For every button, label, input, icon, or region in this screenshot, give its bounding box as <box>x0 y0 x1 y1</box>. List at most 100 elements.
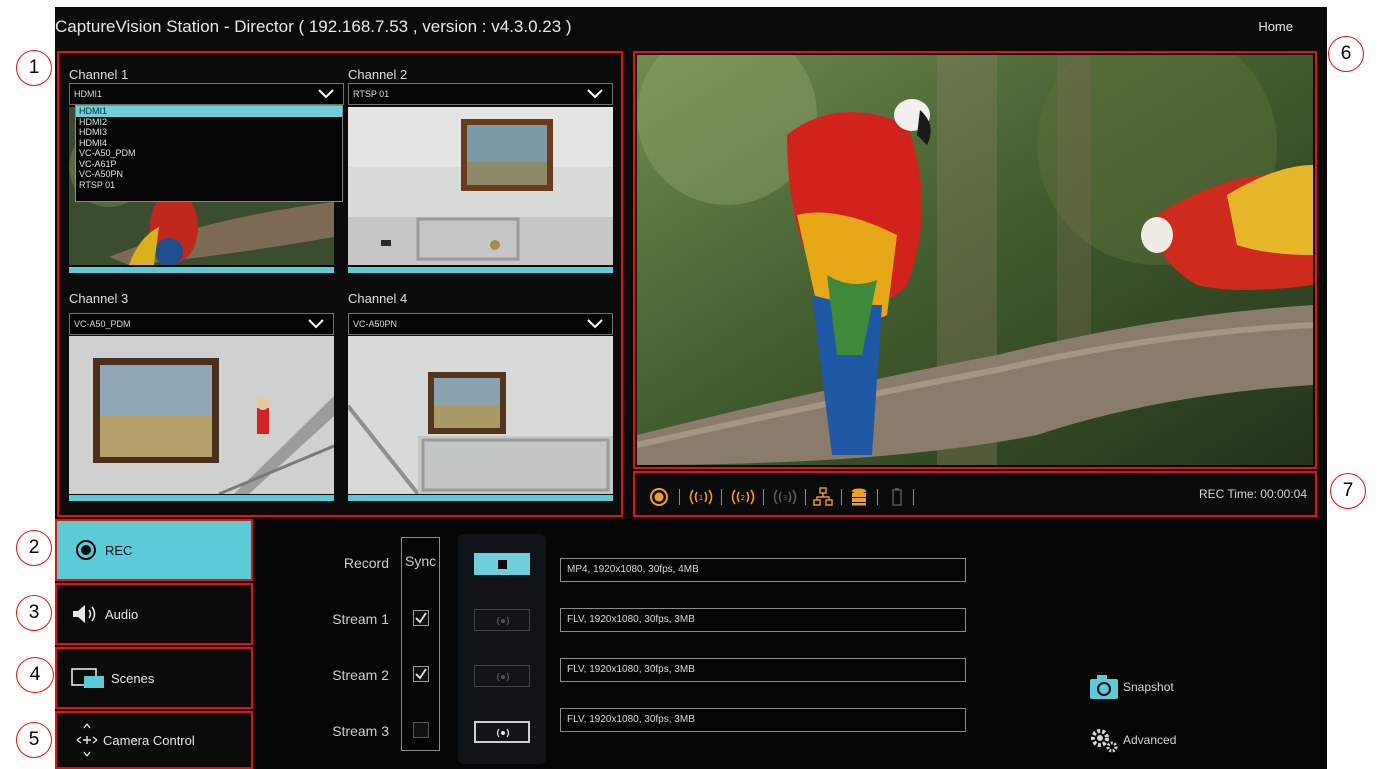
channel-2-label: Channel 2 <box>348 67 408 82</box>
dropdown-option[interactable]: HDMI3 <box>76 127 342 138</box>
toolbar-divider <box>679 489 680 505</box>
stream-1-sync-checkbox[interactable] <box>413 610 429 626</box>
toolbar-divider <box>763 489 764 505</box>
row-label-stream-1: Stream 1 <box>332 611 389 627</box>
menu-scenes[interactable]: Scenes <box>55 647 253 709</box>
home-link[interactable]: Home <box>1258 7 1293 47</box>
channel-4-active-bar <box>348 495 613 501</box>
stop-icon <box>498 560 507 569</box>
snapshot-button[interactable]: Snapshot <box>1089 674 1174 700</box>
checkmark-icon <box>415 612 427 624</box>
stream-2-button[interactable] <box>474 665 530 687</box>
channel-3-preview[interactable] <box>69 336 334 494</box>
program-preview[interactable] <box>637 55 1313 465</box>
callout-6: 6 <box>1328 36 1364 72</box>
dropdown-option[interactable]: HDMI2 <box>76 117 342 128</box>
channel-2-active-bar <box>348 267 613 273</box>
stream-2-sync-checkbox[interactable] <box>413 666 429 682</box>
channel-3-source-value: VC-A50_PDM <box>74 319 131 329</box>
dropdown-option[interactable]: HDMI4 <box>76 138 342 149</box>
checkmark-icon <box>415 668 427 680</box>
stream1-icon[interactable]: 1 <box>687 487 715 507</box>
row-label-stream-3: Stream 3 <box>332 723 389 739</box>
dpad-icon <box>76 723 98 757</box>
toolbar-divider <box>913 489 914 505</box>
callout-5: 5 <box>16 722 52 758</box>
channel-1-source-dropdown: HDMI1 HDMI2 HDMI3 HDMI4 VC-A50_PDM VC-A6… <box>75 105 343 202</box>
dropdown-option[interactable]: VC-A61P <box>76 159 342 170</box>
channel-3-label: Channel 3 <box>69 291 129 306</box>
sync-column <box>401 537 440 751</box>
channel-4-preview[interactable] <box>348 336 613 494</box>
callout-7: 7 <box>1330 473 1366 509</box>
menu-audio-label: Audio <box>105 606 139 622</box>
speaker-icon <box>73 605 96 623</box>
gears-icon <box>1091 729 1118 753</box>
channel-4-label: Channel 4 <box>348 291 408 306</box>
channel-1-source-value: HDMI1 <box>74 89 103 99</box>
channel-4-source-value: VC-A50PN <box>353 319 398 329</box>
advanced-label: Advanced <box>1123 733 1177 747</box>
callout-4: 4 <box>16 657 54 693</box>
menu-rec-label: REC <box>105 542 133 558</box>
window-title: CaptureVision Station - Director ( 192.1… <box>55 17 572 36</box>
dropdown-option[interactable]: VC-A50PN <box>76 169 342 180</box>
record-icon <box>76 540 96 560</box>
chevron-down-icon <box>587 89 603 99</box>
channel-4-source-select[interactable]: VC-A50PN <box>348 313 613 335</box>
menu-audio[interactable]: Audio <box>55 583 253 645</box>
dropdown-option[interactable]: VC-A50_PDM <box>76 148 342 159</box>
broadcast-icon <box>496 728 510 738</box>
channel-3-active-bar <box>69 495 334 501</box>
advanced-button[interactable]: Advanced <box>1089 727 1176 753</box>
record-icon[interactable] <box>649 487 669 507</box>
channel-1-label: Channel 1 <box>69 67 129 82</box>
menu-rec[interactable]: REC <box>55 519 253 581</box>
director-app: CaptureVision Station - Director ( 192.1… <box>55 7 1327 769</box>
dropdown-option[interactable]: RTSP 01 <box>76 180 342 191</box>
stream2-icon[interactable]: 2 <box>729 487 757 507</box>
callout-3: 3 <box>16 595 52 631</box>
camera-icon <box>1090 675 1118 699</box>
channel-2-source-value: RTSP 01 <box>353 89 390 99</box>
toolbar-divider <box>877 489 878 505</box>
row-label-record: Record <box>343 555 389 571</box>
menu-camera-control[interactable]: Camera Control <box>55 711 253 769</box>
stream-2-format: FLV, 1920x1080, 30fps, 3MB <box>560 658 966 682</box>
menu-scenes-label: Scenes <box>111 670 155 686</box>
channel-1-active-bar <box>69 267 334 273</box>
toolbar-divider <box>841 489 842 505</box>
channel-3-source-select[interactable]: VC-A50_PDM <box>69 313 334 335</box>
toolbar-divider <box>721 489 722 505</box>
svg-text:1: 1 <box>699 494 703 502</box>
channel-2-source-select[interactable]: RTSP 01 <box>348 83 613 105</box>
rec-time: REC Time: 00:00:04 <box>1198 487 1307 501</box>
row-label-stream-2: Stream 2 <box>332 667 389 683</box>
channel-2-preview[interactable] <box>348 107 613 265</box>
network-icon[interactable] <box>813 487 833 507</box>
chevron-down-icon <box>318 89 334 99</box>
record-stop-button[interactable] <box>474 553 530 575</box>
stream-1-button[interactable] <box>474 609 530 631</box>
stream-3-sync-checkbox[interactable] <box>413 722 429 738</box>
broadcast-icon <box>496 616 510 626</box>
channel-1-source-select[interactable]: HDMI1 <box>69 83 344 105</box>
snapshot-label: Snapshot <box>1123 680 1174 694</box>
dropdown-option[interactable]: HDMI1 <box>76 106 342 117</box>
chevron-down-icon <box>587 319 603 329</box>
stream-3-button[interactable] <box>474 721 530 743</box>
storage-icon[interactable] <box>849 487 869 507</box>
stream-3-format: FLV, 1920x1080, 30fps, 3MB <box>560 708 966 732</box>
record-format: MP4, 1920x1080, 30fps, 4MB <box>560 558 966 582</box>
sync-header: Sync <box>405 553 437 569</box>
callout-1: 1 <box>16 50 52 86</box>
toolbar-divider <box>805 489 806 505</box>
scenes-icon <box>71 668 104 688</box>
status-toolbar: 1 2 3 REC Time: 00:00:04 <box>637 475 1313 513</box>
svg-text:3: 3 <box>783 494 787 502</box>
stream3-icon[interactable]: 3 <box>771 487 799 507</box>
svg-text:2: 2 <box>741 494 745 502</box>
callout-2: 2 <box>16 530 52 566</box>
broadcast-icon <box>496 672 510 682</box>
battery-icon <box>892 488 902 506</box>
